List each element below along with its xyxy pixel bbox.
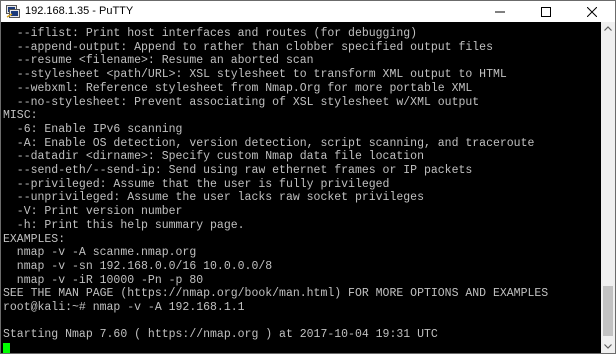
scroll-thumb[interactable] (603, 286, 613, 336)
terminal-line: --stylesheet <path/URL>: XSL stylesheet … (3, 68, 507, 82)
terminal-line: nmap -v -iR 10000 -Pn -p 80 (3, 273, 204, 287)
putty-window: 192.168.1.35 - PuTTY --iflist: Print hos… (0, 0, 616, 354)
terminal-line: --append-output: Append to rather than c… (3, 40, 493, 54)
terminal-line: SEE THE MAN PAGE (https://nmap.org/book/… (3, 287, 549, 301)
vertical-scrollbar[interactable] (601, 22, 615, 353)
maximize-button[interactable] (523, 1, 569, 22)
minimize-button[interactable] (477, 1, 523, 22)
terminal-line: --resume <filename>: Resume an aborted s… (3, 54, 314, 68)
terminal-area[interactable]: --iflist: Print host interfaces and rout… (1, 22, 601, 353)
terminal-line: EXAMPLES: (3, 232, 66, 246)
scroll-up-arrow-icon (604, 26, 612, 31)
terminal-line: MISC: (3, 109, 38, 123)
terminal-line: root@kali:~# nmap -v -A 192.168.1.1 (3, 301, 245, 315)
terminal-line: -A: Enable OS detection, version detecti… (3, 136, 535, 150)
scroll-down-arrow-icon (604, 344, 612, 349)
minimize-icon (495, 11, 505, 13)
terminal-line: --no-stylesheet: Prevent associating of … (3, 95, 480, 109)
terminal-cursor (3, 343, 10, 353)
terminal-line: -6: Enable IPv6 scanning (3, 122, 183, 136)
putty-icon[interactable] (6, 5, 20, 18)
terminal-line: --send-eth/--send-ip: Send using raw eth… (3, 164, 473, 178)
title-bar[interactable]: 192.168.1.35 - PuTTY (1, 1, 615, 22)
terminal-line: -V: Print version number (3, 205, 183, 219)
terminal-line: -h: Print this help summary page. (3, 218, 245, 232)
terminal-line: --privileged: Assume that the user is fu… (3, 177, 390, 191)
close-icon (587, 7, 597, 17)
terminal-line: --unprivileged: Assume the user lacks ra… (3, 191, 424, 205)
maximize-icon (541, 7, 551, 17)
terminal-line: nmap -v -sn 192.168.0.0/16 10.0.0.0/8 (3, 259, 273, 273)
window-title: 192.168.1.35 - PuTTY (25, 5, 134, 17)
terminal-line: --webxml: Reference stylesheet from Nmap… (3, 81, 473, 95)
terminal-line: --iflist: Print host interfaces and rout… (3, 27, 418, 40)
scroll-down-button[interactable] (601, 339, 615, 353)
terminal-line: nmap -v -A scanme.nmap.org (3, 246, 197, 260)
terminal-line: Starting Nmap 7.60 ( https://nmap.org ) … (3, 328, 438, 342)
scroll-up-button[interactable] (601, 22, 615, 36)
close-button[interactable] (569, 1, 615, 22)
terminal-line: --datadir <dirname>: Specify custom Nmap… (3, 150, 424, 164)
terminal-output: --iflist: Print host interfaces and rout… (3, 27, 548, 342)
